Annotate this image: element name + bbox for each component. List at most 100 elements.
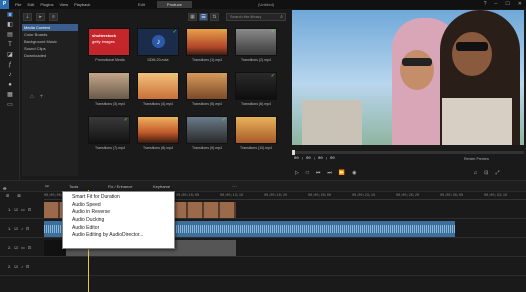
- title-bar: P File Edit Plugins View Playback Edit P…: [0, 0, 526, 9]
- preview-face-right: [452, 32, 492, 76]
- maximize-icon[interactable]: ☐: [505, 1, 509, 7]
- more-tools-icon[interactable]: ⋯: [232, 184, 237, 190]
- snapshot-icon[interactable]: ◉: [352, 170, 356, 176]
- 3d-icon[interactable]: ⊡: [484, 170, 488, 176]
- view-toggles: ▦ ☰ ⇅: [188, 13, 219, 21]
- library-search-input[interactable]: Search the library ⌕: [226, 13, 286, 21]
- plugin-icon[interactable]: ▸: [36, 13, 45, 21]
- library-category-list: Media Content Color Boards Background Mu…: [22, 24, 78, 176]
- sort-icon[interactable]: ⇅: [210, 13, 219, 21]
- menu-item-smart-fit[interactable]: Smart Fit for Duration: [63, 194, 174, 202]
- preview-window[interactable]: [292, 10, 524, 145]
- fast-forward-icon[interactable]: ⏩: [339, 170, 345, 176]
- list-view-icon[interactable]: ☰: [199, 13, 208, 21]
- search-icon[interactable]: ⌕: [280, 14, 283, 20]
- render-preview-button[interactable]: Render Preview: [464, 157, 489, 161]
- preview-sunglasses-left: [402, 58, 432, 66]
- media-thumb-5[interactable]: ✓: [88, 72, 130, 100]
- media-thumb-8[interactable]: ✓: [235, 72, 277, 100]
- menu-item-audio-director[interactable]: Audio Editing by AudioDirector...: [63, 232, 174, 240]
- media-thumb-4[interactable]: ✓: [235, 28, 277, 56]
- effect-room-icon[interactable]: ƒ: [4, 62, 16, 69]
- media-thumb-10[interactable]: ✓: [137, 116, 179, 144]
- media-thumb-6[interactable]: ✓: [137, 72, 179, 100]
- media-thumb-9[interactable]: ✓: [88, 116, 130, 144]
- fx-room-icon[interactable]: ◧: [4, 22, 16, 29]
- menu-plugins[interactable]: Plugins: [40, 2, 53, 7]
- media-label-8: Transitions (6).mp4: [240, 102, 272, 106]
- media-label-2: DDM-20-m4a: [147, 58, 169, 62]
- import-media-icon[interactable]: ⇣: [23, 13, 32, 21]
- media-thumb-12[interactable]: ✓: [235, 116, 277, 144]
- menu-edit[interactable]: Edit: [27, 2, 34, 7]
- track-manager-icon[interactable]: ⊞: [6, 193, 9, 200]
- track-lock-icon[interactable]: ⊡: [28, 207, 31, 212]
- checkmark-icon: ✓: [270, 73, 275, 79]
- add-tag-icon[interactable]: +: [40, 94, 44, 100]
- subtitle-room-icon[interactable]: ▭: [4, 102, 16, 109]
- menu-playback[interactable]: Playback: [74, 2, 90, 7]
- menu-view[interactable]: View: [59, 2, 68, 7]
- menu-item-audio-ducking[interactable]: Audio Ducking: [63, 217, 174, 225]
- track-lock-icon[interactable]: ⊡: [28, 245, 31, 250]
- help-icon[interactable]: ?: [484, 1, 487, 7]
- media-thumb-2[interactable]: ♪ ✓: [137, 28, 179, 56]
- fix-enhance-button[interactable]: Fix / Enhance: [108, 184, 132, 189]
- prev-frame-icon[interactable]: ⏮: [316, 170, 321, 176]
- menu-file[interactable]: File: [15, 2, 21, 7]
- audio-mixing-icon[interactable]: ♪: [4, 72, 16, 79]
- filter-icon[interactable]: ≡: [49, 13, 58, 21]
- minimize-icon[interactable]: –: [495, 1, 498, 7]
- close-icon[interactable]: ✕: [518, 1, 522, 7]
- split-icon[interactable]: ✂: [45, 184, 49, 190]
- menu-item-audio-editor[interactable]: Audio Editor: [63, 225, 174, 233]
- category-downloaded[interactable]: Downloaded: [22, 52, 78, 59]
- category-color-boards[interactable]: Color Boards: [22, 31, 78, 38]
- tab-extra[interactable]: [194, 1, 214, 8]
- media-label-7: Transitions (5).mp4: [191, 102, 223, 106]
- category-background-music[interactable]: Background Music: [22, 38, 78, 45]
- media-thumb-7[interactable]: ✓: [186, 72, 228, 100]
- media-thumb-1[interactable]: shutterstock getty images: [88, 28, 130, 56]
- next-frame-icon[interactable]: ⏭: [327, 170, 332, 176]
- fullscreen-icon[interactable]: ⤢: [495, 170, 499, 176]
- media-thumb-3[interactable]: ✓: [186, 28, 228, 56]
- track-header-video-1: 1. ☑ ▭ ⊡: [0, 201, 44, 219]
- track-enable-checkbox[interactable]: ☑: [14, 245, 18, 250]
- keyframe-button[interactable]: Keyframe: [153, 184, 170, 189]
- transition-room-icon[interactable]: ◪: [4, 52, 16, 59]
- preview-timecode: 00 ; 00 ; 00 ; 00: [294, 157, 335, 161]
- media-thumb-11[interactable]: ✓: [186, 116, 228, 144]
- tag-icon[interactable]: ⌂: [30, 94, 34, 100]
- media-room-icon[interactable]: ▣: [4, 12, 16, 19]
- volume-icon[interactable]: ♫: [474, 170, 478, 176]
- chapter-room-icon[interactable]: ▦: [4, 92, 16, 99]
- menu-item-audio-speed[interactable]: Audio Speed: [63, 202, 174, 210]
- pip-room-icon[interactable]: ▤: [4, 32, 16, 39]
- tools-button[interactable]: Tools: [69, 184, 78, 189]
- track-lock-icon[interactable]: ⊡: [26, 264, 29, 269]
- preview-sunglasses-right: [456, 42, 488, 51]
- category-media-content[interactable]: Media Content: [22, 24, 78, 31]
- voice-over-icon[interactable]: ●: [4, 82, 16, 89]
- track-lock-icon[interactable]: ⊠: [17, 193, 20, 200]
- play-icon[interactable]: ▷: [295, 170, 299, 176]
- redo-icon[interactable]: ⟳: [3, 186, 6, 191]
- track-lock-icon[interactable]: ⊡: [26, 226, 29, 231]
- category-sound-clips[interactable]: Sound Clips: [22, 45, 78, 52]
- playback-controls: ▷ □ ⏮ ⏭ ⏩ ◉ ♫ ⊡ ⤢: [292, 168, 524, 177]
- track-enable-checkbox[interactable]: ☑: [14, 207, 18, 212]
- scrubber-handle[interactable]: [292, 150, 295, 155]
- tab-produce[interactable]: Produce: [156, 1, 192, 8]
- stop-icon[interactable]: □: [306, 170, 309, 176]
- track-enable-checkbox[interactable]: ☑: [14, 264, 18, 269]
- preview-scrubber[interactable]: [292, 150, 524, 155]
- track-enable-checkbox[interactable]: ☑: [14, 226, 18, 231]
- grid-view-icon[interactable]: ▦: [188, 13, 197, 21]
- tab-edit[interactable]: Edit: [128, 1, 155, 8]
- track-number: 2.: [8, 245, 12, 250]
- track-number: 1.: [8, 207, 12, 212]
- track-lane-audio-2[interactable]: [44, 258, 526, 276]
- menu-item-audio-reverse[interactable]: Audio in Reverse: [63, 209, 174, 217]
- title-room-icon[interactable]: T: [4, 42, 16, 49]
